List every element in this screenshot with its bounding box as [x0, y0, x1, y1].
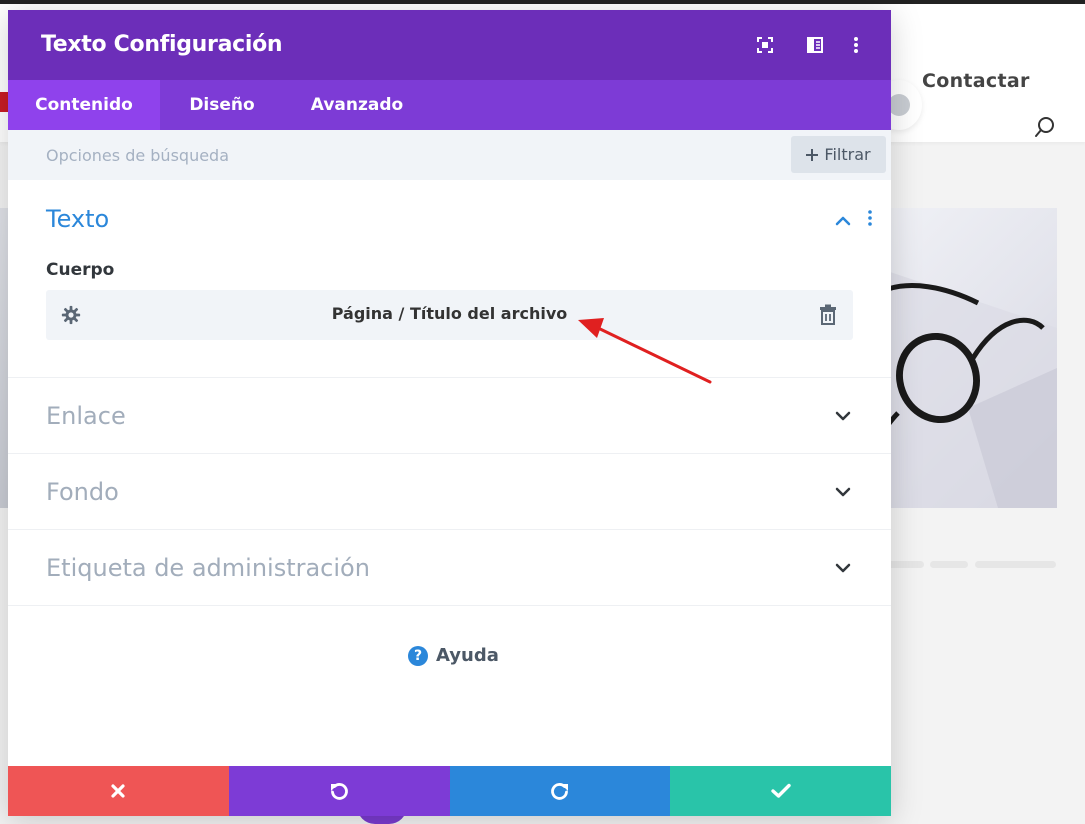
search-input[interactable]: Opciones de búsqueda [46, 146, 229, 165]
background-glasses-image [878, 208, 1057, 508]
globe-icon [888, 94, 910, 116]
background-pill [930, 561, 968, 568]
modal-tabs: Contenido Diseño Avanzado [8, 80, 891, 130]
modal-footer [8, 766, 891, 816]
filter-button[interactable]: Filtrar [791, 136, 886, 173]
help-label: Ayuda [436, 645, 499, 666]
question-icon: ? [408, 645, 428, 666]
section-more-icon[interactable] [867, 210, 873, 226]
checkmark-icon [770, 783, 791, 798]
modal-header: Texto Configuración [8, 10, 891, 80]
redo-icon [551, 783, 568, 800]
section-texto: Texto [8, 180, 891, 378]
modal-title: Texto Configuración [41, 32, 283, 57]
help-link[interactable]: ? Ayuda [408, 645, 499, 666]
section-etiqueta-administracion[interactable]: Etiqueta de administración [8, 530, 891, 606]
nav-link-contactar[interactable]: Contactar [922, 70, 1030, 92]
more-options-icon[interactable] [846, 35, 866, 55]
tab-avanzado[interactable]: Avanzado [284, 80, 430, 130]
field-label-cuerpo: Cuerpo [46, 260, 115, 280]
section-fondo[interactable]: Fondo [8, 454, 891, 530]
settings-modal: Texto Configuración Contenido Diseño Ava… [8, 10, 891, 816]
search-icon[interactable] [1033, 115, 1057, 139]
section-title-fondo: Fondo [46, 478, 119, 506]
chevron-down-icon[interactable] [834, 483, 852, 501]
filter-button-label: Filtrar [824, 145, 871, 164]
dynamic-content-value: Página / Título del archivo [331, 304, 568, 323]
section-title-texto[interactable]: Texto [46, 205, 109, 233]
save-button[interactable] [670, 766, 891, 816]
cancel-button[interactable] [8, 766, 229, 816]
section-enlace[interactable]: Enlace [8, 378, 891, 454]
fullscreen-icon[interactable] [755, 35, 775, 55]
tab-contenido[interactable]: Contenido [8, 80, 160, 130]
chevron-down-icon[interactable] [834, 407, 852, 425]
background-pill [975, 561, 1056, 568]
options-search-bar: Opciones de búsqueda Filtrar [8, 130, 891, 180]
chevron-down-icon[interactable] [834, 559, 852, 577]
undo-icon [331, 783, 348, 800]
trash-icon[interactable] [818, 304, 838, 326]
split-view-icon[interactable] [805, 35, 825, 55]
close-icon [111, 784, 125, 798]
section-title-etiqueta: Etiqueta de administración [46, 554, 370, 582]
chevron-up-icon[interactable] [834, 212, 852, 230]
plus-icon [806, 148, 819, 161]
dynamic-content-field[interactable]: Página / Título del archivo [46, 290, 853, 340]
gear-icon[interactable] [60, 304, 82, 326]
section-title-enlace: Enlace [46, 402, 126, 430]
tab-diseno[interactable]: Diseño [160, 80, 284, 130]
redo-button[interactable] [449, 766, 671, 816]
undo-button[interactable] [228, 766, 450, 816]
